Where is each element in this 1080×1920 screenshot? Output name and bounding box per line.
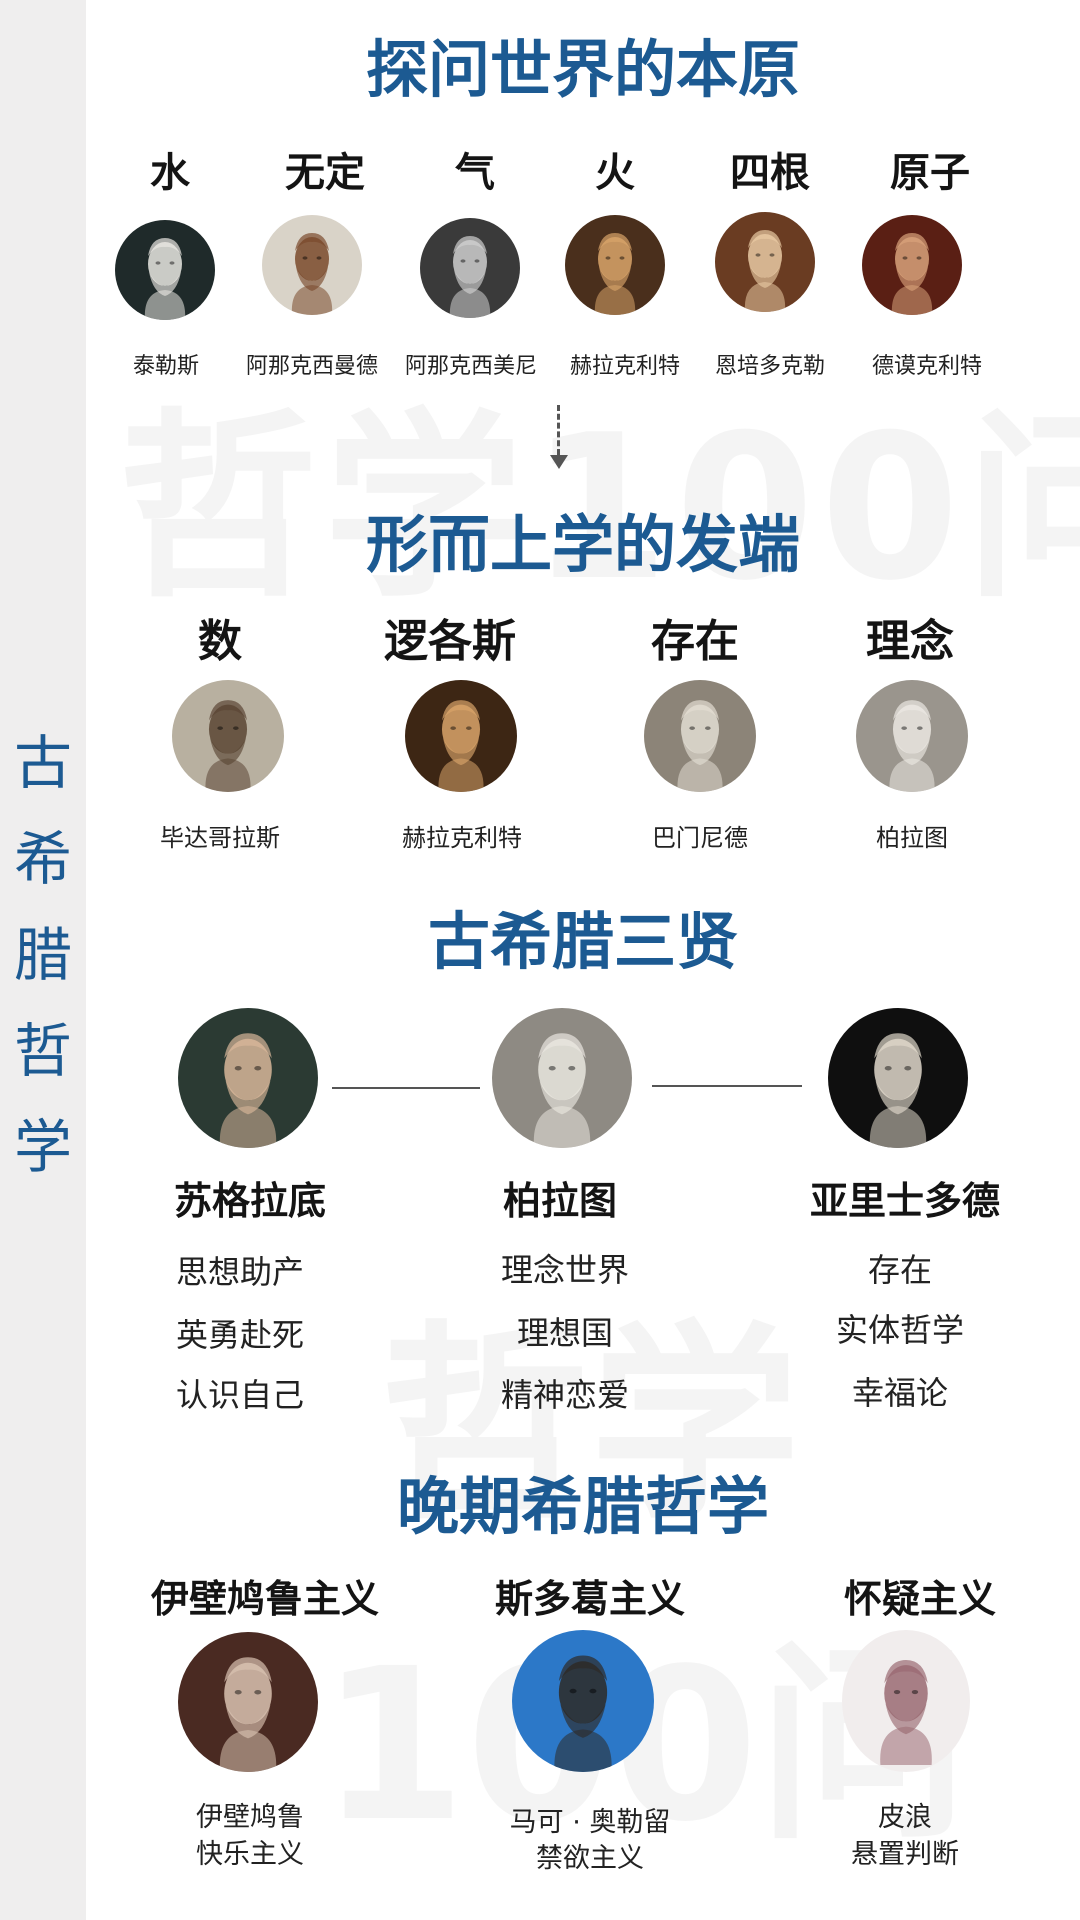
philosopher-name: 巴门尼德 — [652, 824, 748, 852]
portrait-parmenides — [644, 680, 756, 792]
philosopher-name: 毕达哥拉斯 — [160, 824, 280, 852]
portrait-democritus — [862, 215, 962, 315]
school-name: 怀疑主义 — [843, 1576, 996, 1621]
infographic-page: 古 希 腊 哲 学 哲学100问 哲学 100问 探问世界的本原 水 无定 气 … — [0, 0, 1080, 1920]
sage-idea: 存在 — [867, 1251, 932, 1289]
connector-line — [652, 1085, 802, 1087]
sidebar-title-char: 古 — [13, 729, 72, 797]
sage-idea: 精神恋爱 — [500, 1376, 629, 1414]
philosopher-name: 阿那克西美尼 — [404, 354, 537, 379]
sage-idea: 理念世界 — [500, 1251, 629, 1289]
connector-line — [332, 1087, 480, 1089]
sage-name: 亚里士多德 — [809, 1178, 1000, 1223]
portrait-epicurus — [178, 1632, 318, 1772]
concept-label: 存在 — [651, 616, 739, 667]
sidebar-title: 古 希 腊 哲 学 — [0, 715, 86, 1195]
sidebar-title-char: 腊 — [13, 921, 72, 989]
portrait-thales — [115, 220, 215, 320]
flow-arrow-line — [557, 405, 560, 455]
portrait-aristotle — [828, 1008, 968, 1148]
school-idea: 禁欲主义 — [536, 1843, 644, 1874]
concept-label: 火 — [595, 149, 635, 196]
concept-label: 水 — [150, 149, 190, 196]
portrait-heraclitus — [405, 680, 517, 792]
watermark: 哲学100问 — [118, 345, 1080, 635]
concept-label: 理念 — [866, 616, 954, 667]
concept-label: 数 — [198, 616, 242, 667]
concept-label: 无定 — [285, 149, 365, 196]
person-name: 伊壁鸠鲁 — [196, 1802, 304, 1833]
section-title-three-sages: 古希腊三贤 — [427, 905, 738, 978]
arrow-down-icon — [550, 455, 568, 469]
sage-idea: 英勇赴死 — [175, 1316, 304, 1354]
concept-label: 逻各斯 — [384, 616, 516, 667]
sage-idea: 幸福论 — [851, 1374, 948, 1412]
sage-name: 苏格拉底 — [173, 1178, 326, 1223]
sidebar-title-char: 哲 — [13, 1017, 72, 1085]
portrait-empedocles — [715, 212, 815, 312]
portrait-marcus-aurelius — [512, 1630, 654, 1772]
philosopher-name: 泰勒斯 — [132, 354, 199, 379]
person-name: 马可 · 奥勒留 — [509, 1807, 671, 1838]
portrait-anaximander — [262, 215, 362, 315]
school-idea: 悬置判断 — [851, 1839, 959, 1870]
philosopher-name: 德谟克利特 — [871, 354, 982, 379]
portrait-plato — [492, 1008, 632, 1148]
sidebar-title-char: 学 — [13, 1113, 72, 1181]
portrait-heraclitus — [565, 215, 665, 315]
school-idea: 快乐主义 — [196, 1839, 304, 1870]
portrait-pythagoras — [172, 680, 284, 792]
philosopher-name: 赫拉克利特 — [402, 824, 522, 852]
portrait-plato — [856, 680, 968, 792]
sage-idea: 实体哲学 — [835, 1311, 964, 1349]
portrait-pyrrho — [842, 1630, 970, 1772]
concept-label: 气 — [455, 149, 495, 196]
sage-idea: 思想助产 — [175, 1253, 304, 1291]
concept-label: 四根 — [730, 149, 810, 196]
sidebar-title-char: 希 — [13, 825, 72, 893]
philosopher-name: 恩培多克勒 — [714, 354, 825, 379]
person-name: 皮浪 — [878, 1802, 932, 1833]
sage-name: 柏拉图 — [502, 1178, 617, 1223]
philosopher-name: 柏拉图 — [876, 824, 948, 852]
sidebar: 古 希 腊 哲 学 — [0, 0, 86, 1920]
school-name: 斯多葛主义 — [494, 1576, 685, 1621]
sage-idea: 理想国 — [516, 1314, 613, 1352]
portrait-socrates — [178, 1008, 318, 1148]
portrait-anaximenes — [420, 218, 520, 318]
philosopher-name: 阿那克西曼德 — [245, 354, 378, 379]
school-name: 伊壁鸠鲁主义 — [150, 1576, 379, 1621]
sage-idea: 认识自己 — [175, 1376, 304, 1414]
section-title-origin: 探问世界的本原 — [365, 33, 800, 106]
section-title-late-greek: 晚期希腊哲学 — [396, 1470, 769, 1543]
concept-label: 原子 — [890, 149, 970, 196]
section-title-metaphysics: 形而上学的发端 — [365, 508, 800, 581]
philosopher-name: 赫拉克利特 — [569, 354, 680, 379]
